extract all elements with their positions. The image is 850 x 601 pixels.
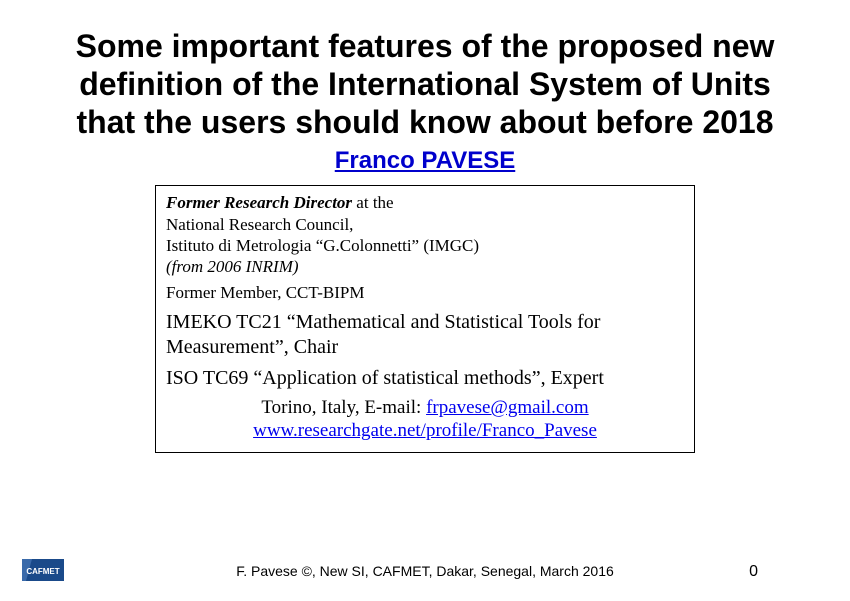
- logo-text: CAFMET: [26, 567, 59, 576]
- url-line: www.researchgate.net/profile/Franco_Pave…: [166, 419, 684, 444]
- org2-quote: “G.Colonnetti”: [316, 236, 419, 255]
- org2-suffix: (IMGC): [419, 236, 479, 255]
- email-link[interactable]: frpavese@gmail.com: [426, 397, 589, 418]
- imeko-line: IMEKO TC21 “Mathematical and Statistical…: [166, 310, 684, 360]
- contact-line: Torino, Italy, E-mail: frpavese@gmail.co…: [166, 397, 684, 419]
- contact-prefix: Torino, Italy, E-mail:: [261, 397, 426, 418]
- from-line: (from 2006 INRIM): [166, 256, 684, 278]
- org-line-2: Istituto di Metrologia “G.Colonnetti” (I…: [166, 235, 684, 256]
- role-line: Former Research Director at the: [166, 192, 684, 213]
- iso-line: ISO TC69 “Application of statistical met…: [166, 366, 684, 391]
- member-line: Former Member, CCT-BIPM: [166, 282, 684, 304]
- org-line-1: National Research Council,: [166, 214, 684, 235]
- slide: Some important features of the proposed …: [0, 0, 850, 601]
- footer-text: F. Pavese ©, New SI, CAFMET, Dakar, Sene…: [0, 563, 850, 579]
- info-box: Former Research Director at the National…: [155, 185, 695, 453]
- org2-prefix: Istituto di Metrologia: [166, 236, 316, 255]
- author-name[interactable]: Franco PAVESE: [335, 147, 516, 175]
- slide-title: Some important features of the proposed …: [60, 28, 790, 141]
- profile-url-link[interactable]: www.researchgate.net/profile/Franco_Pave…: [253, 420, 597, 441]
- cafmet-logo: CAFMET: [22, 557, 64, 583]
- role-bold: Former Research Director: [166, 193, 352, 212]
- role-suffix: at the: [352, 193, 394, 212]
- page-number: 0: [749, 563, 758, 581]
